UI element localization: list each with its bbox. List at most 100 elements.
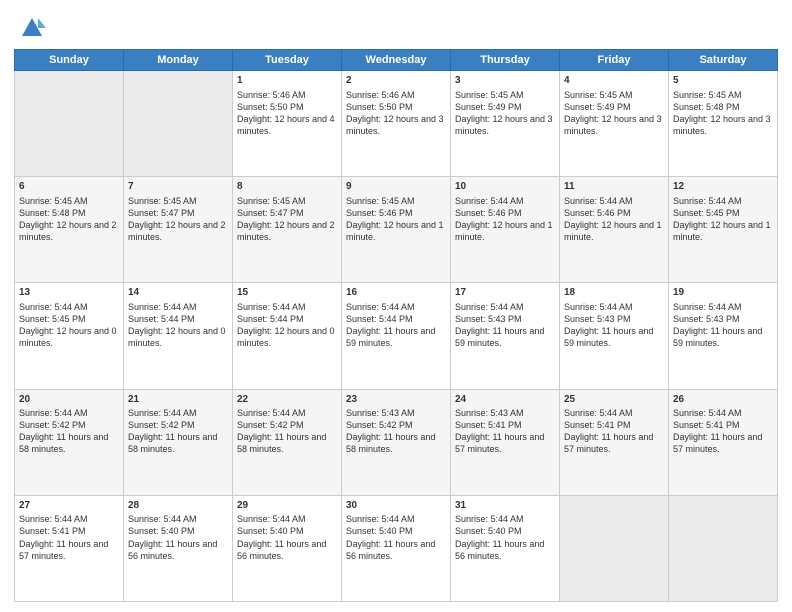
cell-info: Sunrise: 5:46 AM (346, 89, 446, 101)
day-number: 16 (346, 286, 446, 300)
cell-info: Sunrise: 5:45 AM (128, 195, 228, 207)
cell-info: Daylight: 12 hours and 2 minutes. (128, 219, 228, 243)
day-number: 6 (19, 180, 119, 194)
cell-info: Sunset: 5:43 PM (673, 313, 773, 325)
day-number: 12 (673, 180, 773, 194)
calendar-cell: 22Sunrise: 5:44 AMSunset: 5:42 PMDayligh… (233, 389, 342, 495)
col-monday: Monday (124, 50, 233, 71)
cell-info: Daylight: 12 hours and 2 minutes. (237, 219, 337, 243)
cell-info: Sunrise: 5:44 AM (564, 195, 664, 207)
cell-info: Sunrise: 5:45 AM (455, 89, 555, 101)
cell-info: Sunset: 5:46 PM (455, 207, 555, 219)
col-friday: Friday (560, 50, 669, 71)
cell-info: Sunset: 5:49 PM (455, 101, 555, 113)
calendar-cell: 1Sunrise: 5:46 AMSunset: 5:50 PMDaylight… (233, 71, 342, 177)
cell-info: Daylight: 12 hours and 3 minutes. (455, 113, 555, 137)
cell-info: Daylight: 11 hours and 57 minutes. (455, 431, 555, 455)
table-row: 6Sunrise: 5:45 AMSunset: 5:48 PMDaylight… (15, 177, 778, 283)
cell-info: Sunset: 5:49 PM (564, 101, 664, 113)
cell-info: Daylight: 11 hours and 56 minutes. (128, 538, 228, 562)
cell-info: Sunrise: 5:44 AM (128, 301, 228, 313)
cell-info: Sunrise: 5:46 AM (237, 89, 337, 101)
cell-info: Sunrise: 5:45 AM (19, 195, 119, 207)
cell-info: Sunrise: 5:44 AM (564, 301, 664, 313)
cell-info: Sunset: 5:43 PM (455, 313, 555, 325)
day-number: 7 (128, 180, 228, 194)
calendar-cell: 17Sunrise: 5:44 AMSunset: 5:43 PMDayligh… (451, 283, 560, 389)
col-wednesday: Wednesday (342, 50, 451, 71)
calendar-cell: 31Sunrise: 5:44 AMSunset: 5:40 PMDayligh… (451, 495, 560, 601)
calendar-cell: 14Sunrise: 5:44 AMSunset: 5:44 PMDayligh… (124, 283, 233, 389)
cell-info: Daylight: 12 hours and 1 minute. (673, 219, 773, 243)
cell-info: Daylight: 12 hours and 3 minutes. (346, 113, 446, 137)
col-sunday: Sunday (15, 50, 124, 71)
cell-info: Daylight: 11 hours and 56 minutes. (237, 538, 337, 562)
day-number: 1 (237, 74, 337, 88)
cell-info: Daylight: 12 hours and 3 minutes. (673, 113, 773, 137)
cell-info: Sunrise: 5:44 AM (673, 301, 773, 313)
cell-info: Sunrise: 5:44 AM (346, 513, 446, 525)
table-row: 27Sunrise: 5:44 AMSunset: 5:41 PMDayligh… (15, 495, 778, 601)
cell-info: Sunrise: 5:44 AM (455, 513, 555, 525)
cell-info: Sunset: 5:45 PM (19, 313, 119, 325)
header-row: Sunday Monday Tuesday Wednesday Thursday… (15, 50, 778, 71)
cell-info: Sunrise: 5:44 AM (237, 301, 337, 313)
cell-info: Sunset: 5:40 PM (346, 525, 446, 537)
cell-info: Sunrise: 5:44 AM (128, 407, 228, 419)
cell-info: Sunset: 5:50 PM (346, 101, 446, 113)
day-number: 11 (564, 180, 664, 194)
cell-info: Sunset: 5:48 PM (19, 207, 119, 219)
calendar-cell (124, 71, 233, 177)
calendar-cell: 16Sunrise: 5:44 AMSunset: 5:44 PMDayligh… (342, 283, 451, 389)
calendar-cell: 29Sunrise: 5:44 AMSunset: 5:40 PMDayligh… (233, 495, 342, 601)
cell-info: Sunrise: 5:44 AM (237, 407, 337, 419)
cell-info: Sunset: 5:41 PM (455, 419, 555, 431)
calendar-cell: 23Sunrise: 5:43 AMSunset: 5:42 PMDayligh… (342, 389, 451, 495)
cell-info: Sunset: 5:47 PM (128, 207, 228, 219)
calendar-cell: 18Sunrise: 5:44 AMSunset: 5:43 PMDayligh… (560, 283, 669, 389)
cell-info: Sunrise: 5:45 AM (673, 89, 773, 101)
cell-info: Daylight: 11 hours and 57 minutes. (19, 538, 119, 562)
day-number: 14 (128, 286, 228, 300)
cell-info: Sunrise: 5:44 AM (19, 301, 119, 313)
calendar-cell: 28Sunrise: 5:44 AMSunset: 5:40 PMDayligh… (124, 495, 233, 601)
calendar-cell: 10Sunrise: 5:44 AMSunset: 5:46 PMDayligh… (451, 177, 560, 283)
calendar-cell: 2Sunrise: 5:46 AMSunset: 5:50 PMDaylight… (342, 71, 451, 177)
cell-info: Sunset: 5:41 PM (673, 419, 773, 431)
cell-info: Sunset: 5:40 PM (128, 525, 228, 537)
cell-info: Daylight: 12 hours and 1 minute. (455, 219, 555, 243)
day-number: 26 (673, 393, 773, 407)
cell-info: Daylight: 11 hours and 59 minutes. (564, 325, 664, 349)
cell-info: Daylight: 12 hours and 0 minutes. (19, 325, 119, 349)
cell-info: Daylight: 12 hours and 0 minutes. (128, 325, 228, 349)
day-number: 3 (455, 74, 555, 88)
cell-info: Sunrise: 5:44 AM (564, 407, 664, 419)
calendar-table: Sunday Monday Tuesday Wednesday Thursday… (14, 49, 778, 602)
day-number: 24 (455, 393, 555, 407)
header (14, 10, 778, 42)
day-number: 23 (346, 393, 446, 407)
calendar-cell (560, 495, 669, 601)
calendar-cell: 6Sunrise: 5:45 AMSunset: 5:48 PMDaylight… (15, 177, 124, 283)
cell-info: Sunrise: 5:44 AM (237, 513, 337, 525)
calendar-cell: 24Sunrise: 5:43 AMSunset: 5:41 PMDayligh… (451, 389, 560, 495)
cell-info: Sunrise: 5:43 AM (455, 407, 555, 419)
cell-info: Sunset: 5:42 PM (128, 419, 228, 431)
cell-info: Sunrise: 5:44 AM (128, 513, 228, 525)
calendar-cell: 11Sunrise: 5:44 AMSunset: 5:46 PMDayligh… (560, 177, 669, 283)
calendar-cell: 30Sunrise: 5:44 AMSunset: 5:40 PMDayligh… (342, 495, 451, 601)
calendar-cell: 7Sunrise: 5:45 AMSunset: 5:47 PMDaylight… (124, 177, 233, 283)
calendar-cell: 9Sunrise: 5:45 AMSunset: 5:46 PMDaylight… (342, 177, 451, 283)
cell-info: Daylight: 11 hours and 56 minutes. (346, 538, 446, 562)
logo (14, 14, 46, 42)
calendar-cell: 26Sunrise: 5:44 AMSunset: 5:41 PMDayligh… (669, 389, 778, 495)
calendar-cell: 15Sunrise: 5:44 AMSunset: 5:44 PMDayligh… (233, 283, 342, 389)
calendar-cell: 20Sunrise: 5:44 AMSunset: 5:42 PMDayligh… (15, 389, 124, 495)
day-number: 25 (564, 393, 664, 407)
cell-info: Daylight: 11 hours and 57 minutes. (673, 431, 773, 455)
cell-info: Sunset: 5:46 PM (346, 207, 446, 219)
calendar-cell: 5Sunrise: 5:45 AMSunset: 5:48 PMDaylight… (669, 71, 778, 177)
day-number: 10 (455, 180, 555, 194)
logo-icon (18, 14, 46, 42)
table-row: 20Sunrise: 5:44 AMSunset: 5:42 PMDayligh… (15, 389, 778, 495)
